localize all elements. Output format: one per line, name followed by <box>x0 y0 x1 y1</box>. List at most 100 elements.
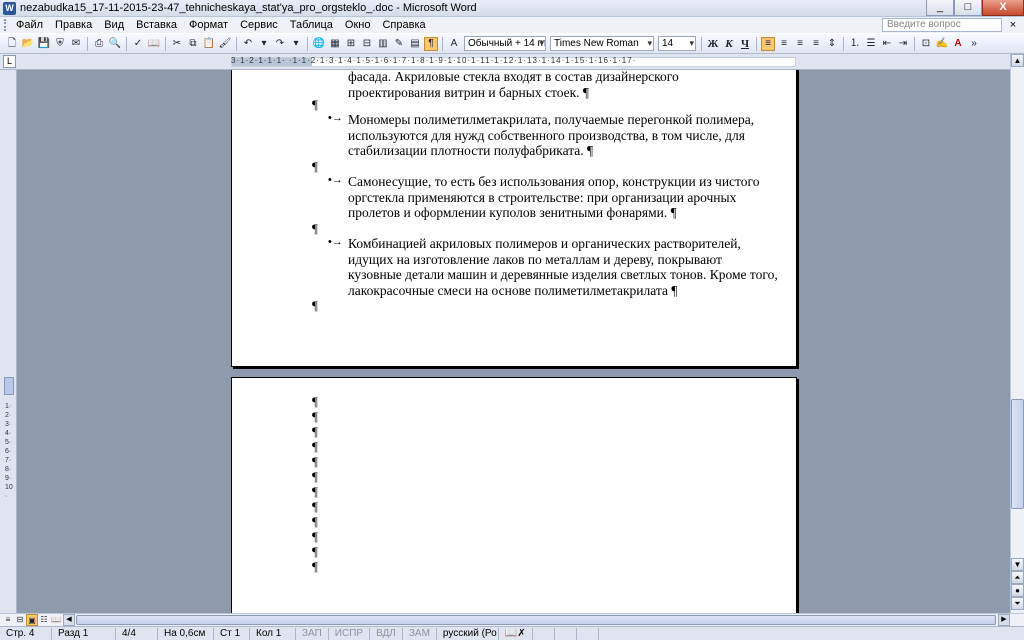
menu-edit[interactable]: Правка <box>49 19 98 31</box>
reading-layout-icon[interactable]: 📖 <box>50 614 62 626</box>
vertical-scroll-thumb[interactable] <box>1011 399 1024 509</box>
horizontal-scroll-thumb[interactable] <box>76 615 996 625</box>
menu-grip-handle[interactable] <box>4 19 8 31</box>
scroll-right-icon[interactable]: ▶ <box>998 614 1010 626</box>
drawing-icon[interactable]: ✎ <box>392 37 406 51</box>
status-record[interactable]: ЗАП <box>296 627 329 640</box>
italic-button[interactable]: К <box>722 37 736 51</box>
outline-view-icon[interactable]: ☷ <box>38 614 50 626</box>
document-map-icon[interactable]: ▤ <box>408 37 422 51</box>
help-search-input[interactable]: Введите вопрос <box>882 18 1002 32</box>
underline-button[interactable]: Ч <box>738 37 752 51</box>
status-track-changes[interactable]: ИСПР <box>329 627 371 640</box>
bold-button[interactable]: Ж <box>706 37 720 51</box>
permission-icon[interactable]: ⛨ <box>53 37 67 51</box>
vertical-ruler-numbers: 1·2·3·4·5·6·7·8·9·10· <box>5 403 13 500</box>
menu-format[interactable]: Формат <box>183 19 234 31</box>
paste-icon[interactable]: 📋 <box>202 37 216 51</box>
decrease-indent-icon[interactable]: ⇤ <box>880 37 894 51</box>
menu-window[interactable]: Окно <box>339 19 377 31</box>
insert-table-icon[interactable]: ⊞ <box>344 37 358 51</box>
toolbar-options-icon[interactable]: » <box>967 37 981 51</box>
document-page[interactable]: ¶ ¶ ¶ ¶ ¶ ¶ ¶ ¶ ¶ ¶ ¶ ¶ <box>231 377 797 613</box>
paragraph-mark: ¶ <box>312 469 318 484</box>
font-size-dropdown[interactable]: 14 <box>658 36 696 51</box>
status-line: Ст 1 <box>214 627 250 640</box>
paragraph-mark: ¶ <box>312 514 318 529</box>
status-language[interactable]: русский (Ро <box>437 627 499 640</box>
menu-file[interactable]: Файл <box>10 19 49 31</box>
font-dropdown[interactable]: Times New Roman <box>550 36 654 51</box>
vertical-ruler-margin-marker[interactable] <box>4 377 14 395</box>
align-left-icon[interactable]: ≡ <box>761 36 775 51</box>
research-icon[interactable]: 📖 <box>147 37 161 51</box>
scroll-up-icon[interactable]: ▲ <box>1011 54 1024 67</box>
insert-excel-icon[interactable]: ⊟ <box>360 37 374 51</box>
normal-view-icon[interactable]: ≡ <box>2 614 14 626</box>
document-area[interactable]: фасада. Акриловые стекла входят в состав… <box>17 70 1010 613</box>
print-icon[interactable]: ⎙ <box>92 37 106 51</box>
format-painter-icon[interactable]: 🖌 <box>218 37 232 51</box>
web-layout-icon[interactable]: ⊟ <box>14 614 26 626</box>
menu-view[interactable]: Вид <box>98 19 130 31</box>
minimize-button[interactable]: _ <box>926 0 954 16</box>
next-page-icon[interactable]: ⏷ <box>1011 597 1024 610</box>
tables-borders-icon[interactable]: ▦ <box>328 37 342 51</box>
numbering-icon[interactable]: ⒈ <box>848 37 862 51</box>
close-button[interactable]: X <box>982 0 1024 16</box>
redo-dropdown-icon[interactable]: ▾ <box>289 37 303 51</box>
word-app-icon[interactable]: W <box>3 1 16 15</box>
previous-page-icon[interactable]: ⏶ <box>1011 571 1024 584</box>
style-dropdown[interactable]: Обычный + 14 пт <box>464 36 546 51</box>
status-bar: Стр. 4 Разд 1 4/4 На 0,6см Ст 1 Кол 1 ЗА… <box>0 626 1024 640</box>
bullets-icon[interactable]: ☰ <box>864 37 878 51</box>
status-extend[interactable]: ВДЛ <box>370 627 403 640</box>
increase-indent-icon[interactable]: ⇥ <box>896 37 910 51</box>
menu-tools[interactable]: Сервис <box>234 19 284 31</box>
undo-icon[interactable]: ↶ <box>241 37 255 51</box>
scroll-left-icon[interactable]: ◀ <box>63 614 75 626</box>
select-browse-object-icon[interactable]: ● <box>1011 584 1024 597</box>
tab-selector[interactable]: L <box>3 55 16 68</box>
spelling-status-icon[interactable]: 📖✗ <box>499 627 533 640</box>
print-layout-icon[interactable]: ▣ <box>26 614 38 626</box>
open-icon[interactable]: 📂 <box>21 37 35 51</box>
menu-table[interactable]: Таблица <box>284 19 339 31</box>
vertical-scrollbar[interactable]: ▲ ▼ ⏶ ● ⏷ <box>1010 54 1024 613</box>
horizontal-scroll-track[interactable]: ◀ ▶ <box>63 614 1011 626</box>
maximize-button[interactable]: □ <box>954 0 982 16</box>
save-icon[interactable]: 💾 <box>37 37 51 51</box>
justify-icon[interactable]: ≡ <box>809 37 823 51</box>
styles-formatting-icon[interactable]: A <box>447 37 461 51</box>
align-center-icon[interactable]: ≡ <box>777 37 791 51</box>
columns-icon[interactable]: ▥ <box>376 37 390 51</box>
print-preview-icon[interactable]: 🔍 <box>108 37 122 51</box>
scroll-down-icon[interactable]: ▼ <box>1011 558 1024 571</box>
new-document-icon[interactable]: 🗋 <box>5 37 19 51</box>
paragraph-mark: ¶ <box>312 529 318 544</box>
email-icon[interactable]: ✉ <box>69 37 83 51</box>
font-color-icon[interactable]: A <box>951 37 965 51</box>
document-close-icon[interactable]: × <box>1006 19 1020 31</box>
menu-insert[interactable]: Вставка <box>130 19 183 31</box>
menu-help[interactable]: Справка <box>376 19 431 31</box>
spelling-icon[interactable]: ✓ <box>131 37 145 51</box>
highlight-icon[interactable]: ✍ <box>935 37 949 51</box>
horizontal-scrollbar[interactable]: ≡ ⊟ ▣ ☷ 📖 ◀ ▶ <box>0 613 1024 626</box>
line-spacing-icon[interactable]: ⇕ <box>825 37 839 51</box>
paragraph-mark: ¶ <box>312 499 318 514</box>
status-page-count: 4/4 <box>116 627 158 640</box>
status-column: Кол 1 <box>250 627 296 640</box>
cut-icon[interactable]: ✂ <box>170 37 184 51</box>
copy-icon[interactable]: ⧉ <box>186 37 200 51</box>
status-overtype[interactable]: ЗАМ <box>403 627 437 640</box>
hyperlink-icon[interactable]: 🌐 <box>312 37 326 51</box>
horizontal-ruler[interactable]: L 3·1·2·1·1·1· ·1·1·2·1·3·1·4·1·5·1·6·1·… <box>0 54 1024 70</box>
redo-icon[interactable]: ↷ <box>273 37 287 51</box>
borders-icon[interactable]: ⊡ <box>919 37 933 51</box>
show-hide-formatting-button[interactable]: ¶ <box>424 36 438 51</box>
align-right-icon[interactable]: ≡ <box>793 37 807 51</box>
vertical-ruler[interactable]: 1·2·3·4·5·6·7·8·9·10· <box>0 70 17 613</box>
document-page[interactable]: фасада. Акриловые стекла входят в состав… <box>231 70 797 367</box>
undo-dropdown-icon[interactable]: ▾ <box>257 37 271 51</box>
